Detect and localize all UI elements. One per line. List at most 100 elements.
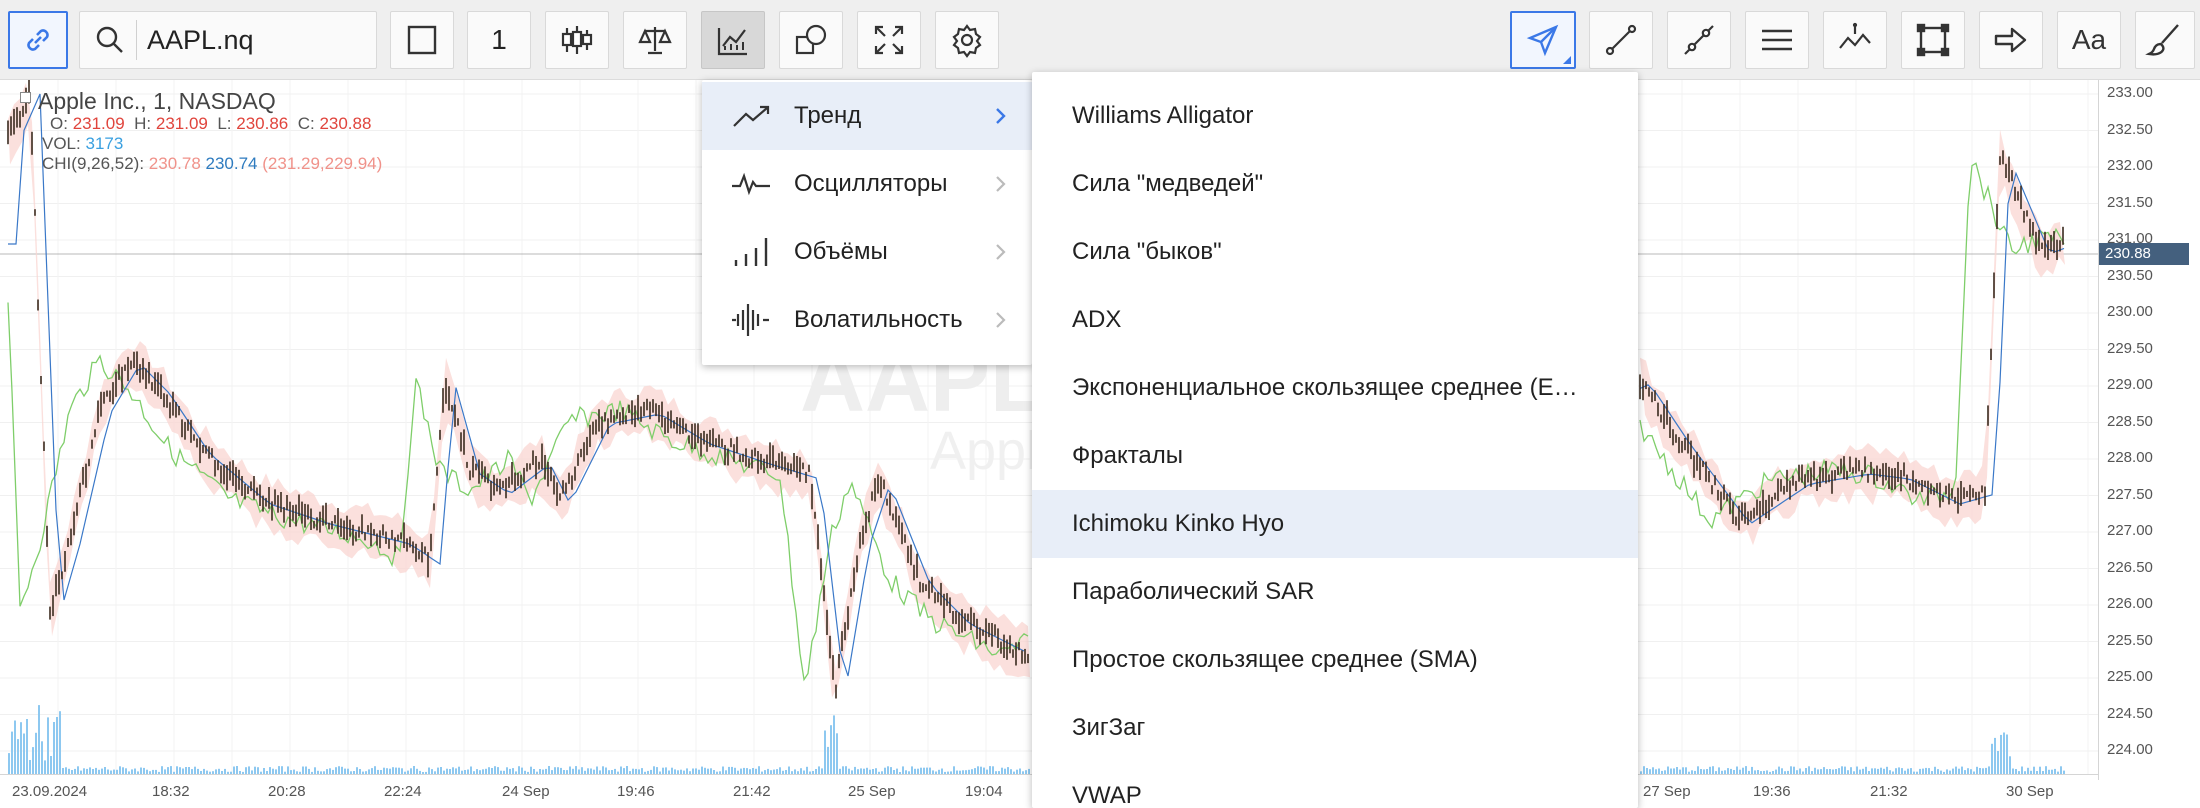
indicators-button[interactable] bbox=[701, 11, 765, 69]
volume-bar bbox=[2060, 766, 2062, 774]
horizontal-lines-tool-button[interactable] bbox=[1745, 11, 1809, 69]
category-oscillators[interactable]: Осцилляторы bbox=[702, 150, 1032, 218]
volume-bar bbox=[602, 766, 604, 774]
volume-bar bbox=[302, 766, 304, 774]
volume-bar bbox=[1778, 766, 1780, 774]
category-label: Осцилляторы bbox=[794, 170, 948, 197]
link-button[interactable] bbox=[8, 11, 68, 69]
rectangle-icon bbox=[1916, 23, 1950, 57]
volume-bar bbox=[902, 766, 904, 774]
volume-bar bbox=[842, 766, 844, 774]
volume-bar bbox=[1652, 767, 1654, 774]
time-axis-label: 19:36 bbox=[1753, 783, 1791, 800]
price-axis-label: 225.00 bbox=[2107, 668, 2153, 685]
legend-ichimoku-value-2: 230.74 bbox=[205, 154, 258, 173]
line-icon bbox=[1605, 24, 1637, 56]
volume-bar bbox=[245, 767, 247, 774]
category-volatility[interactable]: Волатильность bbox=[702, 286, 1032, 354]
volume-bar bbox=[233, 766, 235, 774]
volume-bar bbox=[1790, 766, 1792, 774]
legend-collapse-toggle[interactable] bbox=[20, 92, 31, 103]
indicator-item-parabolic-sar[interactable]: Параболический SAR bbox=[1032, 558, 1638, 626]
price-axis-label: 230.00 bbox=[2107, 303, 2153, 320]
oscillator-icon bbox=[732, 172, 770, 196]
interval-button[interactable]: 1 bbox=[467, 11, 531, 69]
arrow-icon bbox=[1994, 27, 2027, 53]
volume-bar bbox=[269, 767, 271, 774]
volume-bar bbox=[32, 747, 34, 774]
time-axis-label: 30 Sep bbox=[2006, 783, 2054, 800]
compare-button[interactable] bbox=[623, 11, 687, 69]
volume-bar bbox=[1676, 767, 1678, 774]
volume-bar bbox=[887, 766, 889, 774]
volume-bar bbox=[1955, 766, 1957, 774]
volume-bar bbox=[494, 766, 496, 774]
price-axis-label: 227.00 bbox=[2107, 522, 2153, 539]
price-axis-label: 233.00 bbox=[2107, 84, 2153, 101]
settings-button[interactable] bbox=[935, 11, 999, 69]
price-axis-label: 228.50 bbox=[2107, 412, 2153, 430]
volume-bar bbox=[278, 766, 280, 774]
trend-icon bbox=[733, 105, 770, 127]
category-trend[interactable]: Тренд bbox=[702, 82, 1032, 150]
volume-bar bbox=[26, 719, 28, 774]
volume-bar bbox=[341, 766, 343, 774]
volume-bar bbox=[35, 732, 37, 774]
brush-icon bbox=[2145, 24, 2179, 56]
indicator-item-label: ЗигЗаг bbox=[1072, 714, 1146, 741]
chevron-right-icon bbox=[996, 312, 1006, 328]
category-volumes[interactable]: Объёмы bbox=[702, 218, 1032, 286]
legend-ichimoku-label: CHI(9,26,52): bbox=[42, 154, 145, 173]
segment-tool-button[interactable] bbox=[1667, 11, 1731, 69]
volume-bar bbox=[506, 767, 508, 774]
volume-bar bbox=[179, 767, 181, 774]
legend-vol-value: 3173 bbox=[85, 134, 124, 153]
chart-style-button[interactable] bbox=[545, 11, 609, 69]
symbol-search[interactable] bbox=[79, 11, 377, 69]
legend-h-value: 231.09 bbox=[155, 114, 208, 133]
search-separator bbox=[136, 20, 137, 60]
annotation-icon bbox=[1839, 22, 1871, 49]
volume-bar bbox=[194, 766, 196, 774]
volume-bar bbox=[188, 767, 190, 774]
shapes-button[interactable] bbox=[779, 11, 843, 69]
volume-bar bbox=[167, 767, 169, 774]
volume-bar bbox=[989, 766, 991, 774]
volume-bar bbox=[953, 766, 955, 774]
line-tool-button[interactable] bbox=[1589, 11, 1653, 69]
indicator-item-zigzag[interactable]: ЗигЗаг bbox=[1032, 694, 1638, 762]
volume-bar bbox=[1667, 766, 1669, 774]
volume-bar bbox=[575, 766, 577, 774]
fullscreen-button[interactable] bbox=[857, 11, 921, 69]
volume-bar bbox=[1823, 767, 1825, 774]
indicator-item-bulls-power[interactable]: Сила "быков" bbox=[1032, 218, 1638, 286]
price-axis[interactable]: 224.00 224.50 225.00 225.50 226.00 226.50 227.… bbox=[2098, 80, 2200, 780]
legend-c-value: 230.88 bbox=[319, 114, 372, 133]
indicator-item-fractals[interactable]: Фракталы bbox=[1032, 422, 1638, 490]
indicator-item-adx[interactable]: ADX bbox=[1032, 286, 1638, 354]
rectangle-tool-button[interactable] bbox=[1901, 11, 1965, 69]
text-tool-button[interactable]: Aa bbox=[2057, 11, 2121, 69]
price-axis-label: 231.50 bbox=[2107, 193, 2153, 211]
volume-bar bbox=[287, 766, 289, 774]
indicator-item-bears-power[interactable]: Сила "медведей" bbox=[1032, 150, 1638, 218]
candlestick-icon bbox=[561, 26, 593, 54]
symbol-search-input[interactable] bbox=[147, 24, 367, 56]
indicator-item-ema[interactable]: Экспоненциальное скользящее среднее (EMA… bbox=[1032, 354, 1638, 422]
volume-bar bbox=[530, 766, 532, 774]
brush-tool-button[interactable] bbox=[2135, 11, 2195, 69]
annotation-tool-button[interactable] bbox=[1823, 11, 1887, 69]
indicator-item-sma[interactable]: Простое скользящее среднее (SMA) bbox=[1032, 626, 1638, 694]
gear-icon bbox=[952, 24, 982, 58]
volume-bar bbox=[89, 767, 91, 774]
cursor-tool-button[interactable] bbox=[1510, 11, 1576, 69]
square-icon bbox=[407, 25, 437, 55]
volume-bar bbox=[518, 766, 520, 774]
indicator-item-williams-alligator[interactable]: Williams Alligator bbox=[1032, 82, 1638, 150]
chart-type-square-button[interactable] bbox=[390, 11, 454, 69]
arrow-tool-button[interactable] bbox=[1979, 11, 2043, 69]
indicator-item-ichimoku[interactable]: Ichimoku Kinko Hyo bbox=[1032, 490, 1638, 558]
volume-bar bbox=[1718, 767, 1720, 774]
indicator-item-vwap[interactable]: VWAP bbox=[1032, 762, 1638, 808]
volume-bar bbox=[1934, 766, 1936, 774]
